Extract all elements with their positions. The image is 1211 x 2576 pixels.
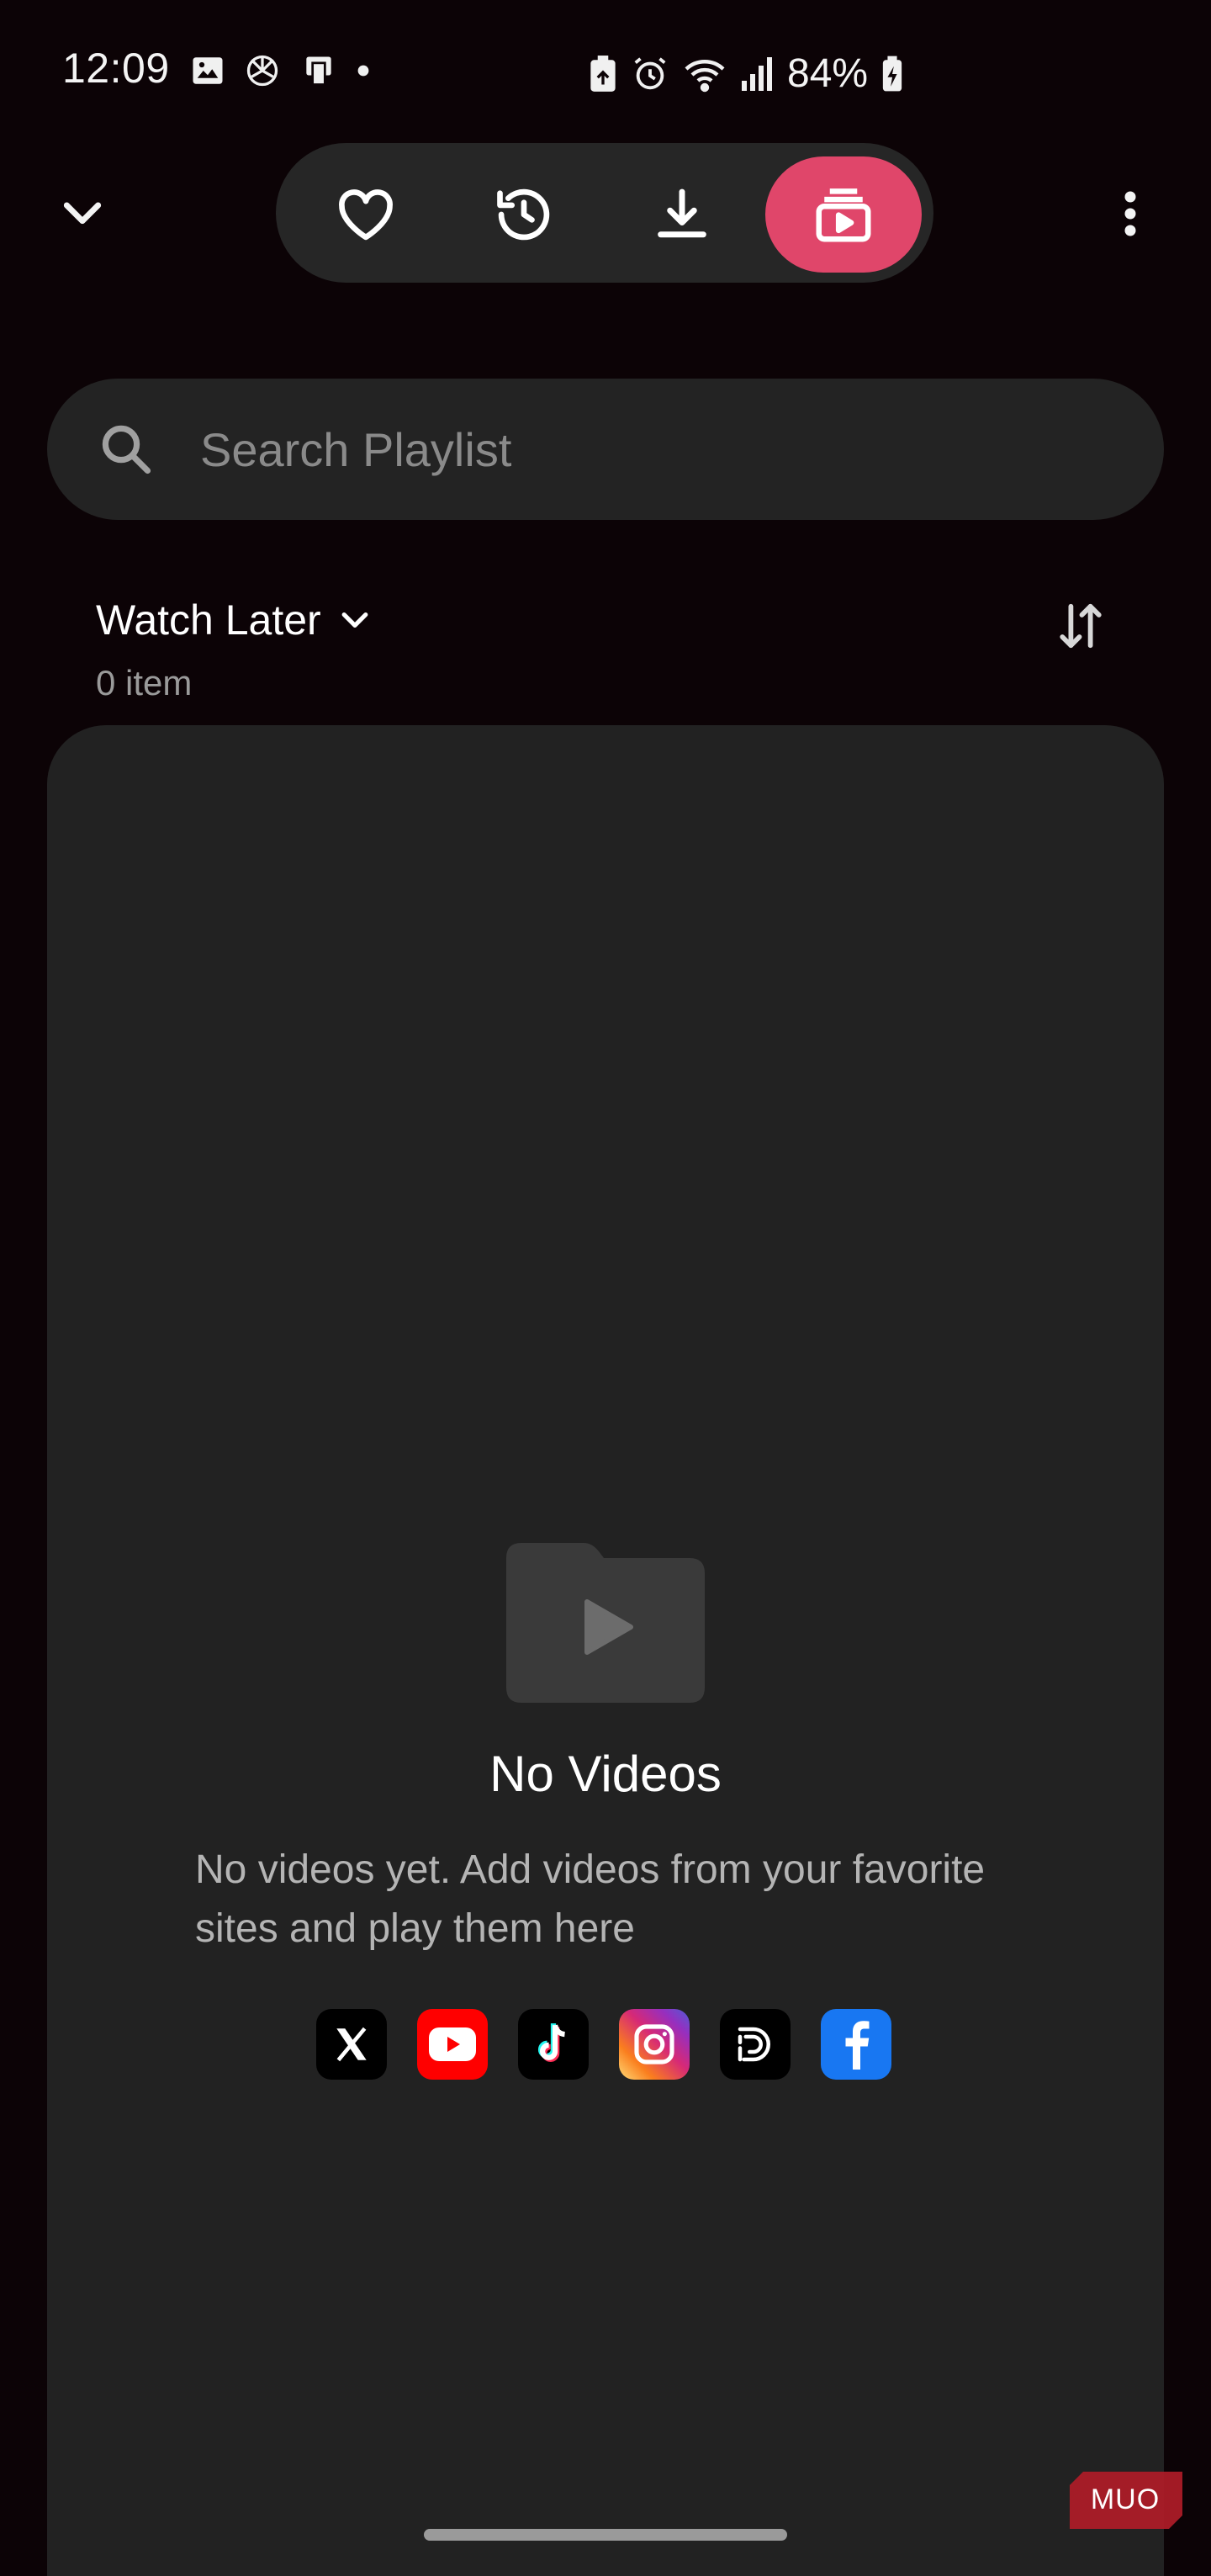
wifi-icon xyxy=(683,55,727,93)
home-indicator[interactable] xyxy=(424,2529,787,2541)
gallery-icon xyxy=(190,53,225,88)
status-system-icons: 84% xyxy=(589,50,903,97)
empty-state-description: No videos yet. Add videos from your favo… xyxy=(195,1847,986,1951)
signal-icon xyxy=(740,56,774,93)
alarm-icon xyxy=(631,55,669,93)
muo-watermark-logo: MUO xyxy=(1068,2470,1184,2531)
status-bar: 12:09 84% xyxy=(0,0,1211,143)
battery-icon xyxy=(881,55,903,93)
svg-text:MUO: MUO xyxy=(1091,2483,1160,2515)
battery-saver-icon xyxy=(589,55,617,93)
playlist-item-count: 0 item xyxy=(96,663,193,702)
dot-icon xyxy=(357,64,370,77)
playlist-name: Watch Later xyxy=(96,596,321,644)
playlist-icon xyxy=(816,188,871,242)
downloads-tab[interactable] xyxy=(604,156,760,273)
sort-icon xyxy=(1060,603,1102,649)
chevron-down-icon xyxy=(341,612,368,628)
x-icon[interactable] xyxy=(316,2009,387,2080)
tiktok-icon[interactable] xyxy=(518,2009,589,2080)
playlist-selector[interactable]: Watch Later xyxy=(96,596,373,644)
sort-button[interactable] xyxy=(1056,599,1105,653)
history-tab[interactable] xyxy=(446,156,602,273)
empty-folder-icon xyxy=(506,1543,705,1703)
status-time: 12:09 xyxy=(62,45,170,92)
instagram-icon[interactable] xyxy=(619,2009,690,2080)
facebook-icon[interactable] xyxy=(821,2009,891,2080)
battery-percent: 84% xyxy=(787,51,869,96)
empty-state-title: No Videos xyxy=(489,1746,722,1802)
more-options-button[interactable] xyxy=(1110,187,1150,241)
dailymotion-icon[interactable] xyxy=(720,2009,791,2080)
favorites-tab[interactable] xyxy=(288,156,444,273)
cast-icon xyxy=(299,52,338,89)
history-icon xyxy=(497,188,550,241)
supported-sites xyxy=(316,2009,891,2080)
status-notification-icons xyxy=(190,52,370,89)
chevron-down-icon xyxy=(63,202,102,225)
search-input[interactable] xyxy=(200,414,1041,485)
more-vert-icon xyxy=(1124,191,1136,236)
search-icon xyxy=(96,419,156,480)
chatgpt-icon xyxy=(244,52,281,89)
collapse-button[interactable] xyxy=(56,185,109,239)
download-icon xyxy=(658,188,706,238)
heart-icon xyxy=(339,189,393,241)
playlist-tab[interactable] xyxy=(765,156,922,273)
youtube-icon[interactable] xyxy=(417,2009,488,2080)
